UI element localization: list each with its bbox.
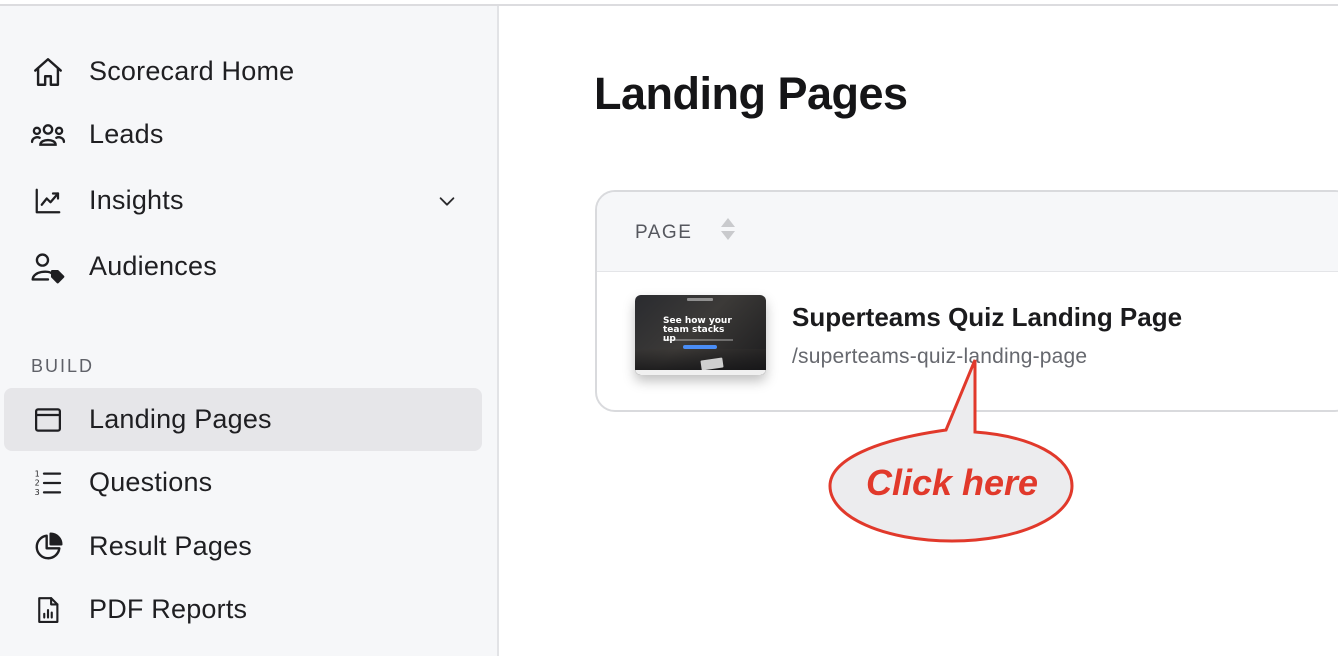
page-thumbnail[interactable]: See how your team stacks up <box>635 295 766 375</box>
column-header-page[interactable]: PAGE <box>635 222 692 244</box>
table-header: PAGE <box>597 192 1338 272</box>
page-title: Landing Pages <box>594 68 908 119</box>
user-tag-icon <box>30 249 66 285</box>
svg-text:3: 3 <box>35 488 40 497</box>
sidebar-item-landing-pages[interactable]: Landing Pages <box>4 388 482 451</box>
svg-text:2: 2 <box>35 478 40 487</box>
page-title-link[interactable]: Superteams Quiz Landing Page <box>792 302 1182 333</box>
sort-icon[interactable] <box>719 216 737 242</box>
main-content: Landing Pages PAGE See how your team sta… <box>501 6 1338 656</box>
sidebar-item-label: Insights <box>89 185 184 215</box>
sidebar-item-label: Questions <box>89 467 213 497</box>
sidebar-item-scorecard-home[interactable]: Scorecard Home <box>4 40 482 103</box>
svg-text:1: 1 <box>35 469 40 478</box>
thumbnail-footer <box>635 370 766 375</box>
home-icon <box>30 54 66 90</box>
sidebar-item-insights[interactable]: Insights <box>4 169 482 232</box>
numbered-list-icon: 1 2 3 <box>30 465 66 501</box>
sidebar-item-leads[interactable]: Leads <box>4 103 482 166</box>
sidebar-item-audiences[interactable]: Audiences <box>4 235 482 298</box>
pdf-report-icon <box>30 592 66 628</box>
sidebar-item-pdf-reports[interactable]: PDF Reports <box>4 578 482 641</box>
sidebar-item-label: PDF Reports <box>89 594 248 624</box>
sidebar-item-label: Landing Pages <box>89 404 272 434</box>
users-icon <box>30 117 66 153</box>
thumbnail-subtitle-line <box>663 339 733 341</box>
sidebar-item-label: Audiences <box>89 251 217 281</box>
section-label-build: BUILD <box>31 356 95 376</box>
thumbnail-nav-bar <box>687 298 713 301</box>
sidebar: Scorecard Home Leads Insights Audiences … <box>0 6 499 656</box>
table-row[interactable]: See how your team stacks up Superteams Q… <box>597 273 1338 410</box>
sidebar-item-result-pages[interactable]: Result Pages <box>4 515 482 578</box>
sidebar-item-questions[interactable]: 1 2 3 Questions <box>4 451 482 514</box>
sidebar-item-label: Leads <box>89 119 164 149</box>
pages-table: PAGE See how your team stacks up Superte… <box>595 190 1338 412</box>
page-slug: /superteams-quiz-landing-page <box>792 345 1088 368</box>
chevron-down-icon[interactable] <box>436 190 458 212</box>
sidebar-item-label: Scorecard Home <box>89 56 295 86</box>
browser-window-icon <box>30 402 66 438</box>
pie-chart-icon <box>30 529 66 565</box>
chart-line-icon <box>30 183 66 219</box>
sidebar-item-label: Result Pages <box>89 531 252 561</box>
